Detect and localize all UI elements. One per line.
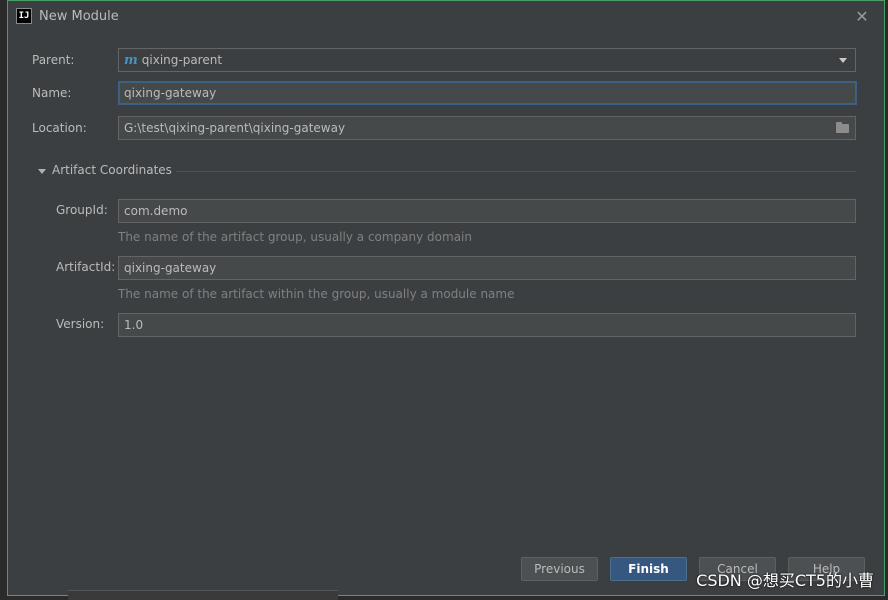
version-input[interactable]: 1.0 [118, 313, 856, 337]
parent-label: Parent: [32, 53, 75, 67]
groupid-input[interactable]: com.demo [118, 199, 856, 223]
previous-button[interactable]: Previous [521, 557, 598, 581]
intellij-app-icon: IJ [16, 8, 32, 24]
location-input[interactable]: G:\test\qixing-parent\qixing-gateway [118, 116, 856, 140]
dialog-title: New Module [39, 9, 119, 24]
location-value: G:\test\qixing-parent\qixing-gateway [124, 121, 346, 135]
groupid-hint: The name of the artifact group, usually … [118, 230, 472, 244]
folder-icon[interactable] [836, 122, 849, 133]
artifactid-label: ArtifactId: [56, 260, 116, 274]
name-input[interactable]: qixing-gateway [118, 81, 857, 105]
section-divider [176, 171, 856, 172]
version-label: Version: [56, 317, 105, 331]
location-label: Location: [32, 121, 87, 135]
chevron-down-icon[interactable] [839, 58, 847, 63]
new-module-dialog: IJ New Module ✕ Parent: m qixing-parent N… [7, 0, 885, 596]
finish-button[interactable]: Finish [610, 557, 687, 581]
watermark-text: CSDN @想买CT5的小曹 [696, 571, 874, 590]
name-label: Name: [32, 86, 72, 100]
artifactid-hint: The name of the artifact within the grou… [118, 287, 515, 301]
expand-triangle-icon[interactable] [38, 169, 46, 174]
artifactid-input[interactable]: qixing-gateway [118, 256, 856, 280]
maven-module-icon: m [124, 53, 138, 68]
parent-dropdown[interactable]: m qixing-parent [118, 48, 856, 72]
section-title: Artifact Coordinates [52, 163, 172, 177]
title-bar: IJ New Module ✕ [8, 1, 884, 33]
parent-value: qixing-parent [141, 53, 223, 67]
artifact-coordinates-header[interactable]: Artifact Coordinates [36, 163, 856, 179]
close-icon[interactable]: ✕ [852, 7, 872, 27]
groupid-label: GroupId: [56, 203, 108, 217]
